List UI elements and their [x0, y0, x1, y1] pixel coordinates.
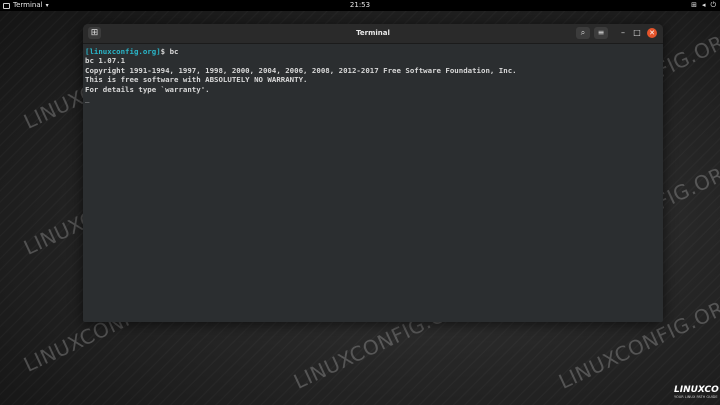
- network-icon: ⊞: [691, 1, 697, 9]
- hamburger-menu-icon: ≡: [597, 28, 605, 37]
- minimize-icon: –: [621, 28, 625, 37]
- output-line: Copyright 1991-1994, 1997, 1998, 2000, 2…: [85, 65, 517, 75]
- logo-subtext: YOUR LINUX PATH GUIDE: [674, 395, 718, 399]
- close-icon: ✕: [649, 29, 655, 37]
- prompt-user: [linuxconfig.org]: [85, 47, 161, 56]
- command-text: bc: [169, 47, 179, 56]
- clock[interactable]: 21:53: [0, 0, 720, 11]
- output-line: bc 1.07.1: [85, 56, 126, 66]
- system-tray[interactable]: ⊞ ◂ ⏻: [691, 0, 716, 11]
- title-bar[interactable]: ⊞ Terminal ⌕ ≡ – □ ✕: [83, 24, 663, 44]
- output-line: This is free software with ABSOLUTELY NO…: [85, 75, 308, 85]
- search-icon: ⌕: [580, 28, 586, 37]
- power-icon: ⏻: [710, 1, 716, 9]
- maximize-button[interactable]: □: [632, 28, 642, 38]
- close-button[interactable]: ✕: [647, 28, 657, 38]
- prompt-symbol: $: [160, 47, 170, 56]
- terminal-output[interactable]: [linuxconfig.org]$ bc bc 1.07.1 Copyright …: [83, 44, 663, 322]
- maximize-icon: □: [633, 28, 641, 37]
- logo-text: LINUXCO: [674, 385, 719, 395]
- volume-icon: ◂: [701, 1, 706, 9]
- output-line: For details type `warranty'.: [85, 84, 210, 94]
- top-bar: Terminal ▾ 21:53 ⊞ ◂ ⏻: [0, 0, 720, 11]
- cursor: _: [85, 94, 90, 104]
- menu-button[interactable]: ≡: [594, 27, 608, 39]
- minimize-button[interactable]: –: [618, 28, 628, 38]
- linuxconfig-logo: LINUXCO YOUR LINUX PATH GUIDE: [674, 385, 720, 401]
- prompt-line: [linuxconfig.org]$ bc: [85, 47, 661, 56]
- search-button[interactable]: ⌕: [576, 27, 590, 39]
- terminal-window[interactable]: ⊞ Terminal ⌕ ≡ – □ ✕ [linuxconfig.org]$ …: [83, 24, 663, 322]
